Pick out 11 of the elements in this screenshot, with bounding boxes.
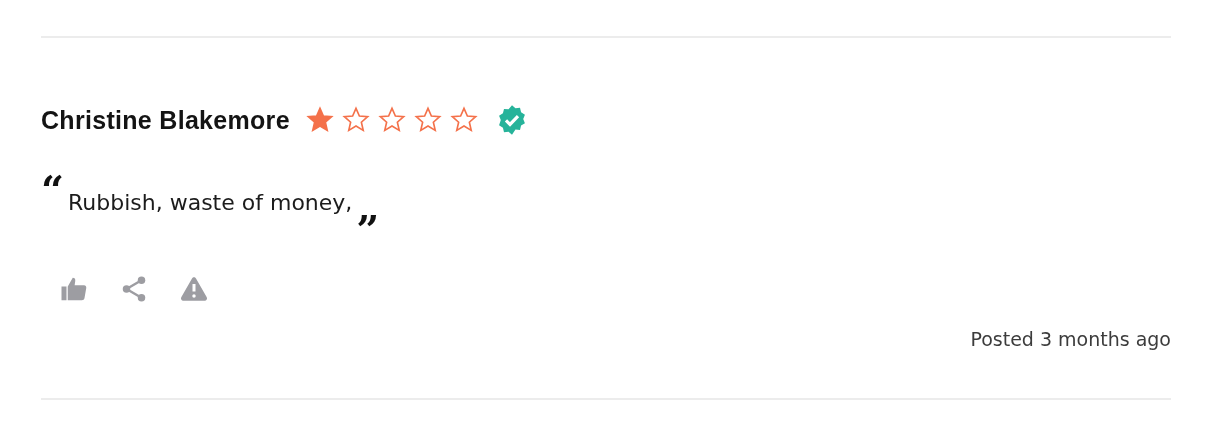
warning-icon[interactable] [179, 274, 209, 304]
reviewer-name: Christine Blakemore [41, 105, 290, 135]
close-quote-mark: ” [356, 210, 380, 250]
star-icon [449, 106, 478, 134]
posted-date: Posted 3 months ago [970, 328, 1171, 350]
star-icon [413, 106, 442, 134]
star-icon [377, 106, 406, 134]
open-quote-mark: “ [41, 170, 64, 210]
star-icon [305, 106, 334, 134]
review-text: Rubbish, waste of money, [68, 190, 353, 215]
star-icon [341, 106, 370, 134]
